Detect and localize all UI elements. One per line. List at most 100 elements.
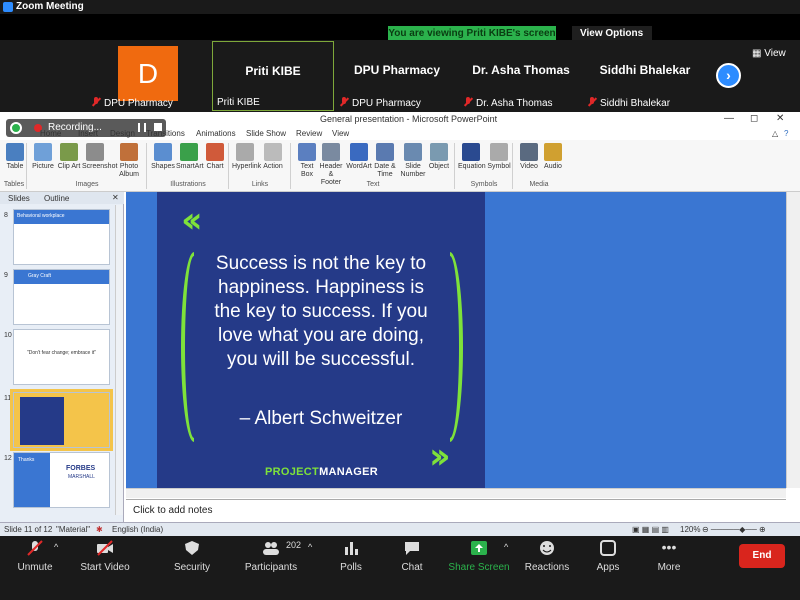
ribbon-button-date-time[interactable]: Date & Time bbox=[372, 143, 398, 179]
thumb-quote-preview bbox=[20, 397, 64, 445]
reactions-button[interactable]: Reactions bbox=[512, 540, 582, 573]
ribbon-button-action[interactable]: Action bbox=[260, 143, 286, 171]
zoom-level[interactable]: 120% bbox=[680, 525, 700, 534]
polls-icon bbox=[345, 542, 358, 555]
view-button[interactable]: ▦ View bbox=[752, 48, 786, 59]
tab-transitions[interactable]: Transitions bbox=[146, 129, 185, 138]
tab-outline[interactable]: Outline bbox=[44, 194, 69, 203]
participant-name: Dr. Asha Thomas bbox=[472, 63, 570, 77]
help-icon[interactable]: ? bbox=[784, 129, 788, 138]
brand-part-a: PROJECT bbox=[265, 466, 320, 478]
current-slide[interactable]: ‹‹ Success is not the key to happiness. … bbox=[157, 192, 485, 488]
tab-home[interactable]: Home bbox=[40, 129, 61, 138]
participant-tile-priti[interactable]: Priti KIBE Priti KIBE bbox=[212, 41, 334, 111]
ribbon-divider bbox=[228, 143, 229, 189]
group-label: Links bbox=[251, 181, 269, 188]
ribbon-button-label: Hyperlink bbox=[232, 163, 262, 170]
tab-design[interactable]: Design bbox=[110, 129, 135, 138]
chevron-up-icon[interactable]: ^ bbox=[308, 542, 312, 552]
picture-icon bbox=[34, 143, 52, 161]
right-bracket-decoration bbox=[450, 252, 463, 442]
security-button[interactable]: Security bbox=[157, 540, 227, 573]
thumb-title: "Don't fear change; embrace it" bbox=[27, 350, 96, 356]
chart-icon bbox=[206, 143, 224, 161]
unmute-button[interactable]: ^ Unmute bbox=[0, 540, 70, 573]
participant-tile-dpu-avatar[interactable]: D DPU Pharmacy bbox=[88, 41, 210, 111]
chevron-up-icon[interactable]: ^ bbox=[54, 542, 58, 552]
view-buttons-icon[interactable]: ▣ ▦ ▤ ▥ bbox=[632, 525, 669, 534]
polls-button[interactable]: Polls bbox=[316, 540, 386, 573]
tab-view[interactable]: View bbox=[332, 129, 349, 138]
ribbon-divider bbox=[454, 143, 455, 189]
slide-thumbnail[interactable]: Behavioral workplace bbox=[13, 209, 110, 265]
next-participants-arrow-icon[interactable]: › bbox=[716, 63, 741, 88]
language-label[interactable]: English (India) bbox=[112, 525, 163, 534]
ribbon-button-picture[interactable]: Picture bbox=[30, 143, 56, 171]
ribbon-button-table[interactable]: Table bbox=[2, 143, 28, 171]
close-icon[interactable]: ✕ bbox=[776, 113, 784, 124]
end-meeting-button[interactable]: End bbox=[739, 544, 785, 568]
tab-insert[interactable]: Insert bbox=[78, 129, 98, 138]
apps-button[interactable]: Apps bbox=[573, 540, 643, 573]
ribbon-button-label: Shapes bbox=[151, 163, 175, 170]
ribbon-button-slide-number[interactable]: Slide Number bbox=[400, 143, 426, 179]
ribbon-button-wordart[interactable]: WordArt bbox=[346, 143, 372, 171]
more-button[interactable]: ••• More bbox=[634, 540, 704, 573]
group-label: Illustrations bbox=[170, 181, 206, 188]
participant-footer: Siddhi Bhalekar bbox=[588, 97, 670, 109]
ribbon-button-clip-art[interactable]: Clip Art bbox=[56, 143, 82, 171]
mic-muted-icon bbox=[27, 540, 43, 556]
participant-name-label: DPU Pharmacy bbox=[104, 98, 173, 109]
ribbon-collapse-icon[interactable]: △ bbox=[772, 129, 778, 138]
participant-tile-dpu[interactable]: DPU Pharmacy DPU Pharmacy bbox=[336, 41, 458, 111]
ribbon-button-smartart[interactable]: SmartArt bbox=[176, 143, 204, 171]
panel-scrollbar[interactable] bbox=[115, 205, 123, 515]
maximize-icon[interactable]: ◻ bbox=[750, 113, 758, 124]
ribbon-button-photo-album[interactable]: Photo Album bbox=[116, 143, 142, 179]
share-screen-button[interactable]: ^ Share Screen bbox=[444, 540, 514, 573]
ribbon-button-video[interactable]: Video bbox=[516, 143, 542, 171]
notes-pane[interactable]: Click to add notes bbox=[126, 499, 786, 521]
ribbon-button-label: Chart bbox=[206, 163, 224, 170]
ribbon-button-object[interactable]: Object bbox=[426, 143, 452, 171]
spellcheck-icon[interactable]: ✱ bbox=[96, 525, 103, 534]
slide-horizontal-scrollbar[interactable] bbox=[126, 488, 786, 498]
chevron-left-decoration-icon: ‹‹ bbox=[181, 200, 202, 241]
tab-slide-show[interactable]: Slide Show bbox=[246, 129, 286, 138]
ribbon-button-equation[interactable]: Equation bbox=[458, 143, 486, 171]
mic-muted-icon bbox=[588, 97, 596, 106]
close-panel-icon[interactable]: ✕ bbox=[112, 193, 119, 202]
chat-button[interactable]: Chat bbox=[377, 540, 447, 573]
start-video-button[interactable]: Start Video bbox=[70, 540, 140, 573]
slide-thumbnail[interactable]: Gray Craft bbox=[13, 269, 110, 325]
ribbon-button-shapes[interactable]: Shapes bbox=[150, 143, 176, 171]
ribbon-divider bbox=[146, 143, 147, 189]
ribbon-button-screenshot[interactable]: Screenshot bbox=[82, 143, 117, 171]
slide-vertical-scrollbar[interactable] bbox=[786, 192, 800, 488]
participant-tile-asha[interactable]: Dr. Asha Thomas Dr. Asha Thomas bbox=[460, 41, 582, 111]
zoom-slider[interactable]: ⊖ ─────◆── ⊕ bbox=[702, 525, 766, 534]
tab-slides[interactable]: Slides bbox=[8, 194, 30, 203]
date-time-icon bbox=[376, 143, 394, 161]
thumb-title: Gray Craft bbox=[14, 270, 109, 284]
tab-animations[interactable]: Animations bbox=[196, 129, 236, 138]
brand-part-b: MANAGER bbox=[319, 466, 378, 478]
ribbon-button-chart[interactable]: Chart bbox=[202, 143, 228, 171]
thumb-forbes-logo: FORBES bbox=[66, 465, 95, 472]
notes-placeholder: Click to add notes bbox=[133, 505, 213, 516]
slide-thumbnail[interactable]: Thanks FORBES MARSHALL bbox=[13, 452, 110, 508]
slide-thumbnail[interactable]: "Don't fear change; embrace it" bbox=[13, 329, 110, 385]
chevron-up-icon[interactable]: ^ bbox=[504, 542, 508, 552]
chevron-right-decoration-icon: ›› bbox=[429, 436, 450, 477]
ribbon-button-text-box[interactable]: Text Box bbox=[294, 143, 320, 179]
text-box-icon bbox=[298, 143, 316, 161]
minimize-icon[interactable]: — bbox=[724, 113, 734, 124]
ribbon-button-audio[interactable]: Audio bbox=[540, 143, 566, 171]
slide-thumbnail-selected[interactable] bbox=[10, 389, 113, 451]
ribbon-button-hyperlink[interactable]: Hyperlink bbox=[232, 143, 262, 171]
participant-tile-siddhi[interactable]: Siddhi Bhalekar Siddhi Bhalekar bbox=[584, 41, 706, 111]
tab-review[interactable]: Review bbox=[296, 129, 322, 138]
ribbon-button-symbol[interactable]: Symbol bbox=[486, 143, 512, 171]
apps-label: Apps bbox=[596, 562, 620, 573]
participants-button[interactable]: 202 ^ Participants bbox=[236, 540, 312, 573]
